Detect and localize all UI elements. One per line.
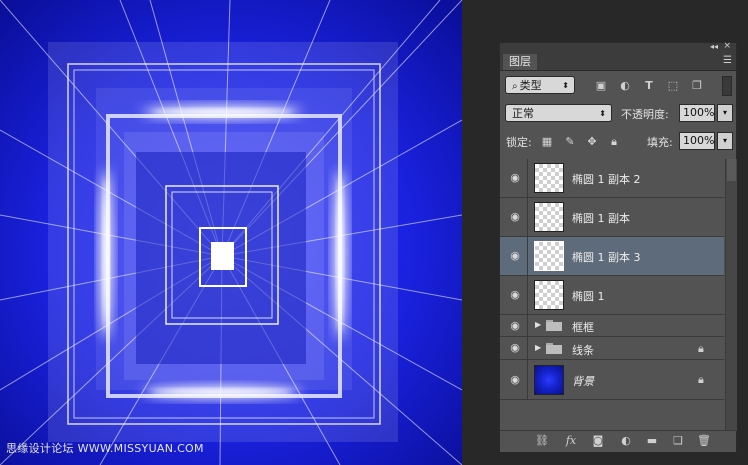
mask-icon[interactable]: ◙ [590, 434, 606, 448]
visibility-column: ◉ [500, 315, 528, 336]
background-layer-row[interactable]: ◉ 背景 🔒︎ [500, 360, 724, 400]
dropdown-arrow-icon: ⬍ [562, 81, 569, 90]
layer-thumbnail [534, 365, 564, 395]
opacity-field[interactable]: 100% [679, 104, 715, 122]
lock-image-icon[interactable]: ✎ [563, 135, 577, 149]
layer-row[interactable]: ◉ 椭圆 1 副本 [500, 198, 724, 237]
visibility-column: ◉ [500, 337, 528, 359]
lock-label: 锁定: [506, 136, 532, 149]
panel-header-strip: ◂◂ × [500, 41, 736, 53]
folder-icon [546, 343, 562, 354]
close-icon[interactable]: × [723, 41, 731, 51]
watermark-text: 思缘设计论坛 WWW.MISSYUAN.COM [6, 442, 204, 455]
filter-row: ⌕ 类型 ⬍ ▣ ◐ T ⬚ ❐ [500, 76, 736, 96]
eye-icon[interactable]: ◉ [508, 289, 522, 300]
visibility-column: ◉ [500, 276, 528, 314]
scroll-thumb[interactable] [727, 159, 736, 181]
document-canvas[interactable] [0, 0, 462, 465]
opacity-label: 不透明度: [621, 108, 669, 121]
layer-thumbnail [534, 280, 564, 310]
group-name: 线条 [572, 344, 594, 357]
layer-lock-icon: 🔒︎ [698, 342, 704, 355]
layer-name: 背景 [572, 375, 594, 388]
new-layer-icon[interactable]: ❏ [670, 434, 686, 448]
layer-thumbnail [534, 202, 564, 232]
expand-triangle-icon[interactable]: ▶ [535, 320, 541, 329]
adjustment-icon[interactable]: ◐ [618, 434, 634, 448]
folder-icon [546, 320, 562, 331]
opacity-dropdown-button[interactable]: ▾ [717, 104, 733, 122]
fill-label: 填充: [647, 136, 673, 149]
filter-toggle-switch[interactable] [722, 76, 732, 96]
type-filter-icon[interactable]: T [642, 79, 656, 93]
visibility-column: ◉ [500, 237, 528, 275]
layer-lock-icon: 🔒︎ [698, 373, 704, 386]
group-row[interactable]: ◉ ▶ 框框 [500, 315, 724, 337]
shape-filter-icon[interactable]: ⬚ [666, 79, 680, 93]
fill-field[interactable]: 100% [679, 132, 715, 150]
filter-kind-label: 类型 [519, 79, 542, 92]
collapse-icon[interactable]: ◂◂ [710, 42, 718, 51]
folder-icon[interactable]: ▬ [644, 434, 660, 448]
search-icon: ⌕ [512, 81, 518, 92]
trash-icon[interactable]: 🗑︎ [696, 434, 712, 448]
blend-mode-dropdown[interactable]: 正常 ⬍ [505, 104, 612, 122]
filter-kind-dropdown[interactable]: ⌕ 类型 ⬍ [505, 76, 575, 94]
lock-position-icon[interactable]: ✥ [585, 135, 599, 149]
lock-transparent-icon[interactable]: ▦ [540, 135, 554, 149]
layer-row[interactable]: ◉ 椭圆 1 副本 2 [500, 159, 724, 198]
visibility-column: ◉ [500, 360, 528, 399]
visibility-column: ◉ [500, 159, 528, 197]
panel-footer: ⛓ fx ◙ ◐ ▬ ❏ 🗑︎ [500, 430, 736, 452]
tab-layers[interactable]: 图层 [503, 54, 537, 70]
eye-icon[interactable]: ◉ [508, 342, 522, 353]
layer-row[interactable]: ◉ 椭圆 1 [500, 276, 724, 315]
smart-object-filter-icon[interactable]: ❐ [690, 79, 704, 93]
layer-name: 椭圆 1 副本 [572, 212, 630, 225]
layer-row-selected[interactable]: ◉ 椭圆 1 副本 3 [500, 237, 724, 276]
group-name: 框框 [572, 321, 594, 334]
layer-name: 椭圆 1 [572, 290, 605, 303]
layers-panel: ◂◂ × 图层 ☰ ⌕ 类型 ⬍ ▣ ◐ T ⬚ ❐ 正常 ⬍ 不透明度: 100… [499, 41, 737, 452]
layer-thumbnail [534, 241, 564, 271]
eye-icon[interactable]: ◉ [508, 172, 522, 183]
lock-all-icon[interactable]: 🔒︎ [607, 135, 621, 149]
layer-thumbnail [534, 163, 564, 193]
layers-list: ◉ 椭圆 1 副本 2 ◉ 椭圆 1 副本 ◉ 椭圆 1 副本 3 ◉ 椭圆 1… [500, 159, 724, 432]
panel-tabbar: 图层 ☰ [500, 53, 736, 71]
lock-row: 锁定: ▦ ✎ ✥ 🔒︎ 填充: 100% ▾ [500, 132, 736, 152]
group-row[interactable]: ◉ ▶ 线条 🔒︎ [500, 337, 724, 360]
link-icon[interactable]: ⛓ [534, 434, 550, 448]
layers-scrollbar[interactable] [725, 159, 737, 431]
dropdown-arrow-icon: ⬍ [599, 109, 606, 118]
expand-triangle-icon[interactable]: ▶ [535, 343, 541, 352]
pixel-filter-icon[interactable]: ▣ [594, 79, 608, 93]
visibility-column: ◉ [500, 198, 528, 236]
panel-menu-icon[interactable]: ☰ [723, 55, 732, 66]
eye-icon[interactable]: ◉ [508, 374, 522, 385]
fill-dropdown-button[interactable]: ▾ [717, 132, 733, 150]
eye-icon[interactable]: ◉ [508, 320, 522, 331]
layer-name: 椭圆 1 副本 2 [572, 173, 641, 186]
fx-icon[interactable]: fx [563, 434, 579, 448]
eye-icon[interactable]: ◉ [508, 250, 522, 261]
blend-row: 正常 ⬍ 不透明度: 100% ▾ [500, 104, 736, 124]
blend-mode-label: 正常 [512, 107, 534, 120]
adjustment-filter-icon[interactable]: ◐ [618, 79, 632, 93]
layer-name: 椭圆 1 副本 3 [572, 251, 641, 264]
eye-icon[interactable]: ◉ [508, 211, 522, 222]
